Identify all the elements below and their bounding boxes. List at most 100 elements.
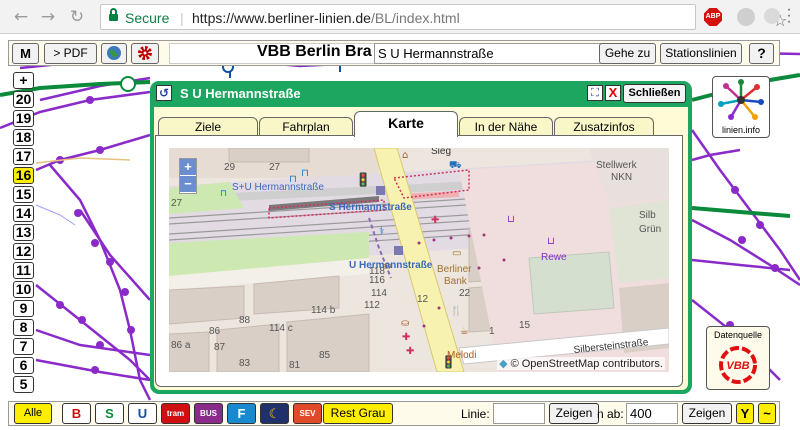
- zoom-level-7[interactable]: 7: [13, 338, 34, 355]
- svg-text:✚: ✚: [431, 215, 439, 226]
- map-zoom-in-button[interactable]: +: [180, 159, 196, 176]
- tab-fahrplan[interactable]: Fahrplan: [259, 117, 353, 136]
- filter-2-button[interactable]: S: [95, 403, 124, 424]
- bottom-filter-bar: Alle B S Utram BUS F ☾ SEV Rest Grau Linie: Ze…: [8, 401, 780, 426]
- show-from-button[interactable]: Zeigen: [682, 403, 732, 424]
- tilde-button[interactable]: ~: [758, 403, 776, 424]
- address-bar[interactable]: Secure | https://www.berliner-linien.de/…: [100, 4, 787, 30]
- zoom-level-6[interactable]: 6: [13, 357, 34, 374]
- secure-label: Secure: [125, 10, 170, 26]
- filter-7-button[interactable]: ☾: [260, 403, 289, 424]
- filter-all-button[interactable]: Alle: [14, 403, 52, 424]
- tab-ziele[interactable]: Ziele: [158, 117, 258, 136]
- svg-text:⛟: ⛟: [449, 160, 462, 171]
- svg-text:114 c: 114 c: [269, 323, 293, 334]
- zoom-level-16[interactable]: 16: [13, 167, 34, 184]
- station-lines-button[interactable]: Stationslinien: [660, 43, 742, 64]
- svg-text:S Hermannstraße: S Hermannstraße: [329, 202, 412, 213]
- svg-text:Silb: Silb: [639, 210, 656, 221]
- svg-text:⛀: ⛀: [401, 318, 409, 329]
- zoom-level-8[interactable]: 8: [13, 319, 34, 336]
- back-icon[interactable]: ←: [10, 6, 32, 28]
- stop-search-input[interactable]: [374, 43, 602, 64]
- zoom-level-10[interactable]: 10: [13, 281, 34, 298]
- reload-icon[interactable]: ↻: [66, 6, 88, 28]
- extension-icon-2[interactable]: [764, 8, 780, 24]
- linien-info-logo[interactable]: linien.info: [712, 76, 770, 138]
- svg-text:🚦: 🚦: [355, 172, 371, 188]
- zoom-level-11[interactable]: 11: [13, 262, 34, 279]
- tab-in-der-naehe[interactable]: In der Nähe: [459, 117, 553, 136]
- close-button[interactable]: Schließen: [623, 84, 686, 103]
- map-tab-panel: ⌂ ⛟ 🚦 ⊓ ⊓ ⊓ ✚ ⊔ ⊔ ▭ ⛀ 🍴 ☕ ⛀ ✚ ✚ ⚕ 🚦 S+U …: [155, 135, 683, 387]
- zoom-level-13[interactable]: 13: [13, 224, 34, 241]
- svg-text:Bank: Bank: [444, 276, 468, 287]
- from-label: n ab:: [597, 407, 624, 421]
- svg-text:86 a: 86 a: [171, 340, 191, 351]
- y-button[interactable]: Y: [736, 403, 754, 424]
- goto-button[interactable]: Gehe zu: [599, 43, 656, 64]
- svg-text:Rewe: Rewe: [541, 252, 567, 263]
- svg-text:27: 27: [269, 162, 281, 173]
- zoom-level-20[interactable]: 20: [13, 91, 34, 108]
- from-input[interactable]: [626, 403, 678, 424]
- zoom-level-17[interactable]: 17: [13, 148, 34, 165]
- dialog-body: Ziele Fahrplan Karte In der Nähe Zusatzi…: [154, 107, 688, 390]
- globe-button[interactable]: [101, 43, 127, 64]
- tab-zusatzinfos[interactable]: Zusatzinfos: [554, 117, 654, 136]
- svg-text:114: 114: [371, 288, 387, 299]
- browser-toolbar: ← → ↻ Secure | https://www.berliner-lini…: [0, 0, 800, 34]
- zoom-level-18[interactable]: 18: [13, 129, 34, 146]
- map-zoom-out-button[interactable]: −: [180, 176, 196, 193]
- browser-menu-icon[interactable]: · · ·: [784, 2, 794, 30]
- forward-icon[interactable]: →: [37, 6, 59, 28]
- zoom-level-9[interactable]: 9: [13, 300, 34, 317]
- network-logo-icon: [718, 79, 764, 120]
- data-source-box[interactable]: Datenquelle VBB: [706, 326, 770, 390]
- close-icon[interactable]: X: [605, 85, 621, 101]
- svg-text:81: 81: [289, 360, 301, 371]
- extension-icon[interactable]: [737, 8, 755, 26]
- settings-button[interactable]: [131, 43, 159, 64]
- zoom-level-19[interactable]: 19: [13, 110, 34, 127]
- map-attribution[interactable]: ◆ © OpenStreetMap contributors.: [497, 357, 665, 370]
- svg-text:83: 83: [239, 358, 251, 369]
- svg-text:116: 116: [369, 275, 385, 286]
- zoom-level-5[interactable]: 5: [13, 376, 34, 393]
- svg-text:86: 86: [209, 326, 221, 337]
- filter-4-button[interactable]: tram: [161, 403, 190, 424]
- refresh-icon[interactable]: ↺: [156, 85, 172, 101]
- zoom-level-14[interactable]: 14: [13, 205, 34, 222]
- zoom-level-15[interactable]: 15: [13, 186, 34, 203]
- osm-map-canvas[interactable]: ⌂ ⛟ 🚦 ⊓ ⊓ ⊓ ✚ ⊔ ⊔ ▭ ⛀ 🍴 ☕ ⛀ ✚ ✚ ⚕ 🚦 S+U …: [169, 148, 669, 372]
- svg-text:NKN: NKN: [611, 172, 632, 183]
- show-line-button[interactable]: Zeigen: [549, 403, 599, 424]
- svg-text:✚: ✚: [406, 346, 414, 357]
- osm-map[interactable]: ⌂ ⛟ 🚦 ⊓ ⊓ ⊓ ✚ ⊔ ⊔ ▭ ⛀ 🍴 ☕ ⛀ ✚ ✚ ⚕ 🚦 S+U …: [169, 148, 669, 372]
- zoom-plus-button[interactable]: +: [13, 72, 34, 89]
- help-button[interactable]: ?: [749, 43, 774, 64]
- menu-button[interactable]: M: [12, 43, 39, 64]
- svg-text:87: 87: [214, 342, 226, 353]
- filter-8-button[interactable]: SEV: [293, 403, 322, 424]
- filter-1-button[interactable]: B: [62, 403, 91, 424]
- svg-text:85: 85: [319, 350, 331, 361]
- filter-6-button[interactable]: F: [227, 403, 256, 424]
- top-toolbar: M > PDF VBB Berlin Bra Gehe zu Stationsl…: [8, 40, 780, 66]
- line-input[interactable]: [493, 403, 545, 424]
- svg-text:U Hermannstraße: U Hermannstraße: [349, 260, 433, 271]
- svg-text:27: 27: [171, 198, 183, 209]
- svg-text:▭: ▭: [452, 248, 461, 259]
- station-dialog: ↺ S U Hermannstraße ⛶ X Schließen Ziele …: [150, 81, 692, 394]
- pdf-button[interactable]: > PDF: [44, 43, 97, 64]
- rest-grau-button[interactable]: Rest Grau: [323, 403, 393, 424]
- tab-karte[interactable]: Karte: [354, 111, 458, 137]
- zoom-level-12[interactable]: 12: [13, 243, 34, 260]
- adblock-extension-icon[interactable]: ABP: [704, 8, 722, 26]
- expand-icon[interactable]: ⛶: [587, 85, 603, 101]
- svg-text:29: 29: [224, 162, 236, 173]
- filter-5-button[interactable]: BUS: [194, 403, 223, 424]
- filter-3-button[interactable]: U: [128, 403, 157, 424]
- svg-text:⊔: ⊔: [547, 236, 555, 247]
- dialog-title: S U Hermannstraße: [180, 86, 301, 101]
